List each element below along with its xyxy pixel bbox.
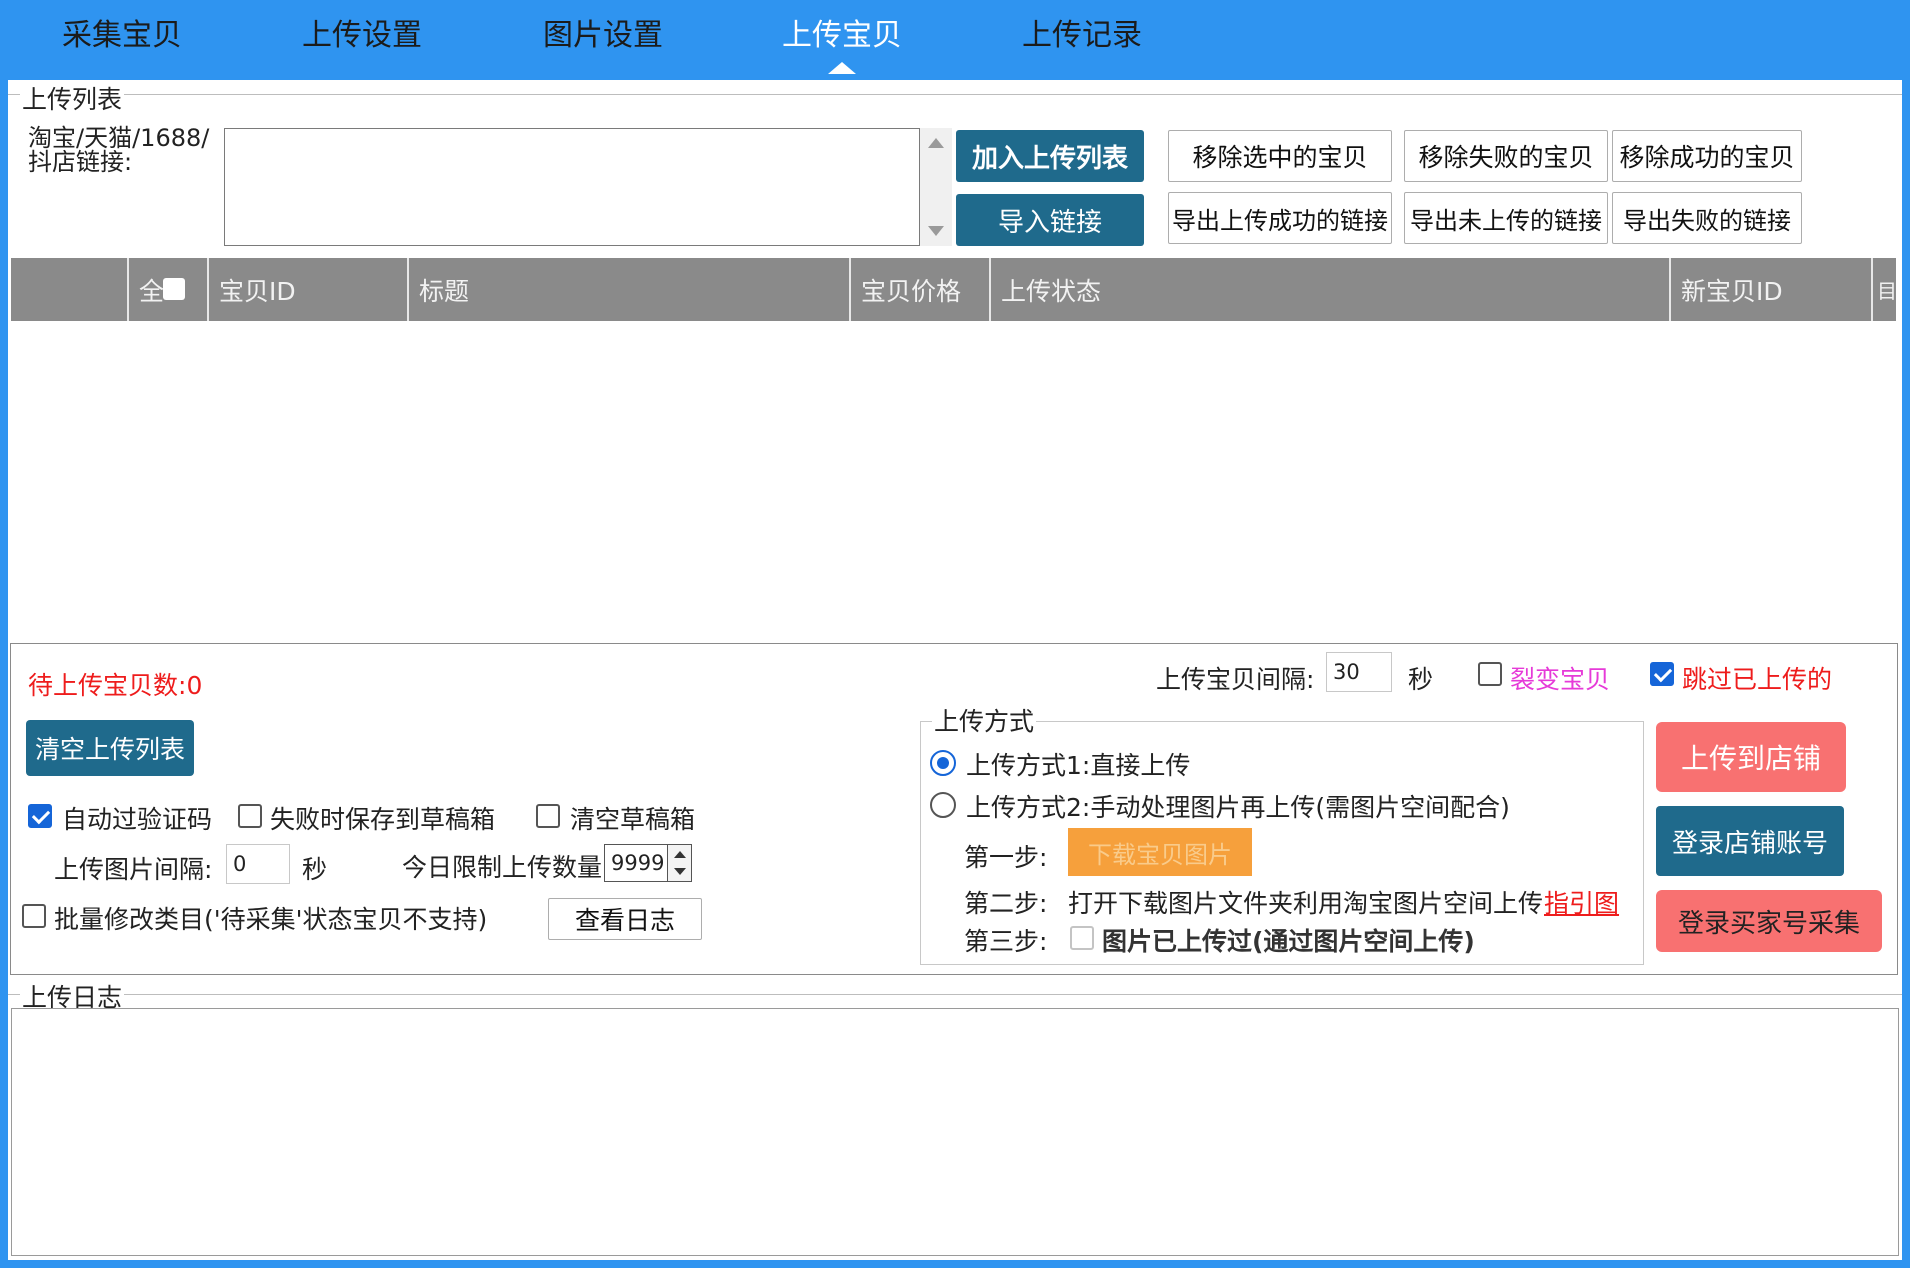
clear-draft-checkbox[interactable] xyxy=(536,804,560,828)
tab-image-settings[interactable]: 图片设置 xyxy=(543,10,663,54)
add-to-upload-list-button[interactable]: 加入上传列表 xyxy=(956,130,1144,182)
active-tab-indicator xyxy=(828,62,856,74)
batch-category-checkbox[interactable] xyxy=(22,904,46,928)
pending-count-label: 待上传宝贝数:0 xyxy=(28,666,202,702)
fission-label: 裂变宝贝 xyxy=(1510,665,1611,694)
column-header-title[interactable]: 标题 xyxy=(409,258,851,321)
step-1-label: 第一步: xyxy=(964,843,1048,872)
tab-collect-items[interactable]: 采集宝贝 xyxy=(62,10,182,54)
images-uploaded-label: 图片已上传过(通过图片空间上传) xyxy=(1102,927,1475,956)
link-input-label: 淘宝/天猫/1688/ 抖店链接: xyxy=(28,124,210,176)
daily-limit-spinner[interactable] xyxy=(668,844,692,882)
column-header-new-item-id[interactable]: 新宝贝ID xyxy=(1671,258,1873,321)
guide-image-link[interactable]: 指引图 xyxy=(1544,884,1619,920)
select-all-checkbox[interactable] xyxy=(163,278,185,300)
upload-interval-input[interactable]: 30 xyxy=(1326,652,1392,692)
daily-limit-input[interactable]: 9999 xyxy=(604,844,668,882)
column-header-truncated[interactable]: 目 xyxy=(1873,258,1896,321)
upload-interval-unit: 秒 xyxy=(1408,665,1434,694)
auto-captcha-label: 自动过验证码 xyxy=(62,805,213,834)
step-2-label: 第二步: xyxy=(964,889,1048,918)
upload-mode-legend: 上传方式 xyxy=(932,702,1037,738)
upload-log-textarea[interactable] xyxy=(11,1008,1899,1256)
column-header-price[interactable]: 宝贝价格 xyxy=(851,258,991,321)
item-table-body[interactable] xyxy=(11,321,1896,643)
auto-captcha-checkbox[interactable] xyxy=(28,804,52,828)
pending-count-value: 0 xyxy=(186,671,203,700)
remove-success-button[interactable]: 移除成功的宝贝 xyxy=(1612,130,1802,182)
upload-log-group-border xyxy=(8,994,1902,995)
step-2-text: 打开下载图片文件夹利用淘宝图片空间上传 xyxy=(1068,889,1544,918)
item-table-header: 全 宝贝ID 标题 宝贝价格 上传状态 新宝贝ID 目 xyxy=(11,258,1896,321)
image-interval-label: 上传图片间隔: xyxy=(54,855,213,884)
upload-list-group-border xyxy=(8,94,1902,95)
fission-checkbox[interactable] xyxy=(1478,662,1502,686)
save-draft-on-fail-label: 失败时保存到草稿箱 xyxy=(270,805,496,834)
upload-mode-2-radio[interactable] xyxy=(930,792,956,818)
export-success-links-button[interactable]: 导出上传成功的链接 xyxy=(1168,192,1392,244)
select-all-label: 全 xyxy=(139,276,165,306)
column-header-upload-status[interactable]: 上传状态 xyxy=(991,258,1671,321)
download-images-button[interactable]: 下载宝贝图片 xyxy=(1068,828,1252,876)
scroll-down-icon[interactable] xyxy=(928,226,944,236)
upload-mode-1-radio[interactable] xyxy=(930,750,956,776)
tab-upload-items[interactable]: 上传宝贝 xyxy=(782,10,902,54)
upload-mode-1-label: 上传方式1:直接上传 xyxy=(966,751,1191,780)
import-links-button[interactable]: 导入链接 xyxy=(956,194,1144,246)
export-not-uploaded-links-button[interactable]: 导出未上传的链接 xyxy=(1404,192,1608,244)
skip-uploaded-label: 跳过已上传的 xyxy=(1682,665,1833,694)
upload-to-store-button[interactable]: 上传到店铺 xyxy=(1656,722,1846,792)
daily-limit-label: 今日限制上传数量 xyxy=(402,853,603,882)
login-store-account-button[interactable]: 登录店铺账号 xyxy=(1656,806,1844,876)
clear-draft-label: 清空草稿箱 xyxy=(570,805,696,834)
skip-uploaded-checkbox[interactable] xyxy=(1650,662,1674,686)
spin-down-icon[interactable] xyxy=(674,868,686,875)
image-interval-unit: 秒 xyxy=(302,855,328,884)
export-failed-links-button[interactable]: 导出失败的链接 xyxy=(1612,192,1802,244)
main-panel: 上传列表 淘宝/天猫/1688/ 抖店链接: 加入上传列表 导入链接 移除选中的… xyxy=(8,80,1902,1260)
spin-up-icon[interactable] xyxy=(674,851,686,858)
pending-count-text: 待上传宝贝数: xyxy=(28,671,187,700)
link-textarea-scrollbar[interactable] xyxy=(920,128,952,246)
row-number-column-header xyxy=(11,258,129,321)
image-interval-input[interactable]: 0 xyxy=(226,844,290,884)
tab-upload-settings[interactable]: 上传设置 xyxy=(302,10,422,54)
tab-bar: 采集宝贝 上传设置 图片设置 上传宝贝 上传记录 xyxy=(0,0,1910,80)
tab-upload-records[interactable]: 上传记录 xyxy=(1022,10,1142,54)
login-buyer-account-button[interactable]: 登录买家号采集 xyxy=(1656,890,1882,952)
scroll-up-icon[interactable] xyxy=(928,138,944,148)
save-draft-on-fail-checkbox[interactable] xyxy=(238,804,262,828)
link-textarea[interactable] xyxy=(224,128,920,246)
upload-interval-label: 上传宝贝间隔: xyxy=(1156,665,1315,694)
remove-selected-button[interactable]: 移除选中的宝贝 xyxy=(1168,130,1392,182)
select-all-column-header[interactable]: 全 xyxy=(129,258,209,321)
upload-mode-2-label: 上传方式2:手动处理图片再上传(需图片空间配合) xyxy=(966,793,1510,822)
upload-list-legend: 上传列表 xyxy=(20,80,125,116)
batch-category-label: 批量修改类目('待采集'状态宝贝不支持) xyxy=(54,905,488,934)
images-uploaded-checkbox[interactable] xyxy=(1070,926,1094,950)
column-header-item-id[interactable]: 宝贝ID xyxy=(209,258,409,321)
step-3-label: 第三步: xyxy=(964,927,1048,956)
view-log-button[interactable]: 查看日志 xyxy=(548,898,702,940)
clear-upload-list-button[interactable]: 清空上传列表 xyxy=(26,720,194,776)
remove-failed-button[interactable]: 移除失败的宝贝 xyxy=(1404,130,1608,182)
